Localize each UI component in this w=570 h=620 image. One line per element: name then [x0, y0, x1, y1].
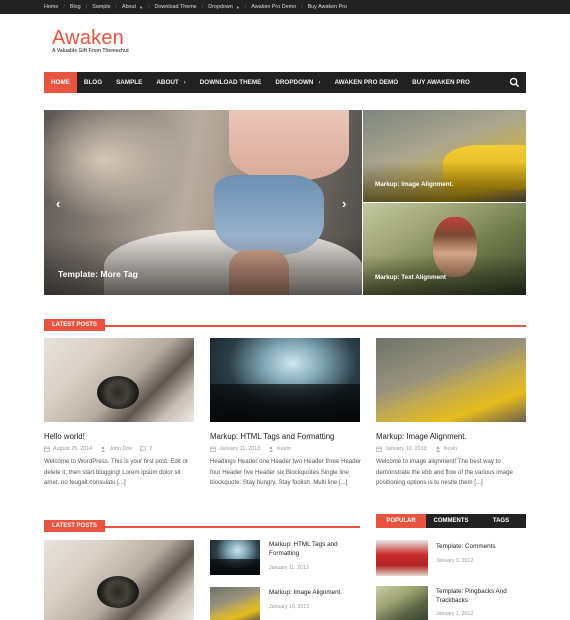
- widget-post-date: January 3, 2012: [436, 558, 474, 564]
- widget-post-thumbnail[interactable]: [376, 540, 428, 576]
- post-date: August 25, 2014: [53, 446, 93, 452]
- top-menu-item-home[interactable]: Home /: [44, 4, 70, 10]
- main-navigation: HOME BLOG SAMPLE ABOUT › DOWNLOAD THEME D…: [44, 72, 526, 93]
- user-icon: [269, 446, 274, 452]
- user-icon: [101, 446, 106, 452]
- calendar-icon: [376, 446, 382, 452]
- post-title[interactable]: Markup: Image Alignment.: [376, 432, 467, 441]
- post-date: January 10, 2013: [385, 446, 427, 452]
- nav-item-blog[interactable]: BLOG: [77, 72, 109, 93]
- caret-down-icon: ▼: [235, 4, 240, 10]
- site-title[interactable]: Awaken: [52, 27, 124, 50]
- nav-item-about[interactable]: ABOUT ›: [149, 72, 192, 93]
- post-title[interactable]: Markup: HTML Tags and Formatting: [210, 432, 334, 441]
- chevron-right-icon: ›: [183, 79, 186, 86]
- post-thumbnail[interactable]: [44, 540, 194, 620]
- widget-post-title[interactable]: Template: Pingbacks And Trackbacks: [436, 587, 526, 605]
- post-excerpt: Welcome to WordPress. This is your first…: [44, 458, 188, 486]
- post-author[interactable]: Kevin: [277, 446, 291, 452]
- top-menu-item-awaken-pro-demo[interactable]: Awaken Pro Demo /: [251, 4, 307, 10]
- post-meta: January 11, 2013 Kevin: [210, 446, 291, 452]
- nav-item-home[interactable]: HOME: [44, 72, 77, 93]
- slider-next-icon[interactable]: ›: [342, 196, 346, 211]
- chevron-right-icon: ›: [318, 79, 321, 86]
- tabbed-widget: POPULAR COMMENTS TAGS: [376, 514, 526, 528]
- slider-prev-icon[interactable]: ‹: [56, 196, 60, 211]
- calendar-icon: [210, 446, 216, 452]
- featured-side-caption-1: Markup: Image Alignment.: [375, 181, 454, 188]
- nav-item-sample[interactable]: SAMPLE: [109, 72, 149, 93]
- top-menu-item-blog[interactable]: Blog /: [70, 4, 92, 10]
- small-post-date: January 10, 2013: [269, 604, 310, 610]
- widget-post-date: January 1, 2012: [436, 611, 474, 617]
- post-author[interactable]: Kevin: [444, 446, 458, 452]
- small-post-thumbnail[interactable]: [210, 587, 260, 620]
- post-title[interactable]: Hello world!: [44, 432, 85, 441]
- post-excerpt: Headings Header one Header two Header th…: [210, 458, 362, 486]
- tab-comments[interactable]: COMMENTS: [426, 514, 476, 528]
- tab-popular[interactable]: POPULAR: [376, 514, 426, 528]
- post-meta: August 25, 2014 John Doe 2: [44, 446, 152, 452]
- featured-slider[interactable]: [44, 110, 362, 295]
- latest-posts-heading-2: LATEST POSTS: [44, 514, 360, 532]
- post-author[interactable]: John Doe: [109, 446, 132, 452]
- caret-down-icon: ▼: [139, 4, 144, 10]
- post-comment-count[interactable]: 2: [149, 446, 152, 452]
- small-post-title[interactable]: Markup: Image Alignment.: [269, 588, 359, 597]
- nav-item-awaken-pro-demo[interactable]: AWAKEN PRO DEMO: [327, 72, 405, 93]
- post-meta: January 10, 2013 Kevin: [376, 446, 457, 452]
- featured-side-post-2[interactable]: Markup: Text Alignment: [363, 203, 526, 295]
- featured-side-post-1[interactable]: Markup: Image Alignment.: [363, 110, 526, 202]
- top-menu: Home / Blog / Sample / About ▼ / Download The…: [44, 0, 347, 14]
- top-menu-item-dropdown[interactable]: Dropdown ▼ /: [208, 4, 251, 10]
- top-menu-item-sample[interactable]: Sample /: [92, 4, 122, 10]
- comment-icon: [140, 446, 147, 452]
- tab-tags[interactable]: TAGS: [476, 514, 526, 528]
- top-menu-item-about[interactable]: About ▼ /: [122, 4, 155, 10]
- calendar-icon: [44, 446, 50, 452]
- featured-side-caption-2: Markup: Text Alignment: [375, 274, 447, 281]
- slider-caption[interactable]: Template: More Tag: [58, 269, 138, 279]
- post-thumbnail[interactable]: [376, 338, 526, 422]
- top-bar: Home / Blog / Sample / About ▼ / Download The…: [0, 0, 570, 14]
- top-menu-item-buy-awaken-pro[interactable]: Buy Awaken Pro: [308, 4, 347, 10]
- nav-item-dropdown[interactable]: DROPDOWN ›: [268, 72, 327, 93]
- post-date: January 11, 2013: [219, 446, 261, 452]
- top-menu-item-download-theme[interactable]: Download Theme /: [155, 4, 209, 10]
- small-post-title[interactable]: Markup: HTML Tags and Formatting: [269, 540, 359, 558]
- nav-item-buy-awaken-pro[interactable]: BUY AWAKEN PRO: [405, 72, 477, 93]
- latest-posts-heading: LATEST POSTS: [44, 313, 526, 331]
- small-post-date: January 11, 2013: [269, 565, 309, 571]
- widget-post-title[interactable]: Template: Comments: [436, 542, 526, 551]
- widget-post-thumbnail[interactable]: [376, 586, 428, 620]
- small-post-thumbnail[interactable]: [210, 540, 260, 575]
- site-tagline: A Valuable Gift From Themezhut: [52, 48, 129, 54]
- post-excerpt: Welcome to image alignment! The best way…: [376, 458, 513, 486]
- user-icon: [435, 446, 440, 452]
- nav-item-download-theme[interactable]: DOWNLOAD THEME: [193, 72, 269, 93]
- post-thumbnail[interactable]: [44, 338, 194, 422]
- post-thumbnail[interactable]: [210, 338, 360, 422]
- search-icon[interactable]: [509, 77, 520, 88]
